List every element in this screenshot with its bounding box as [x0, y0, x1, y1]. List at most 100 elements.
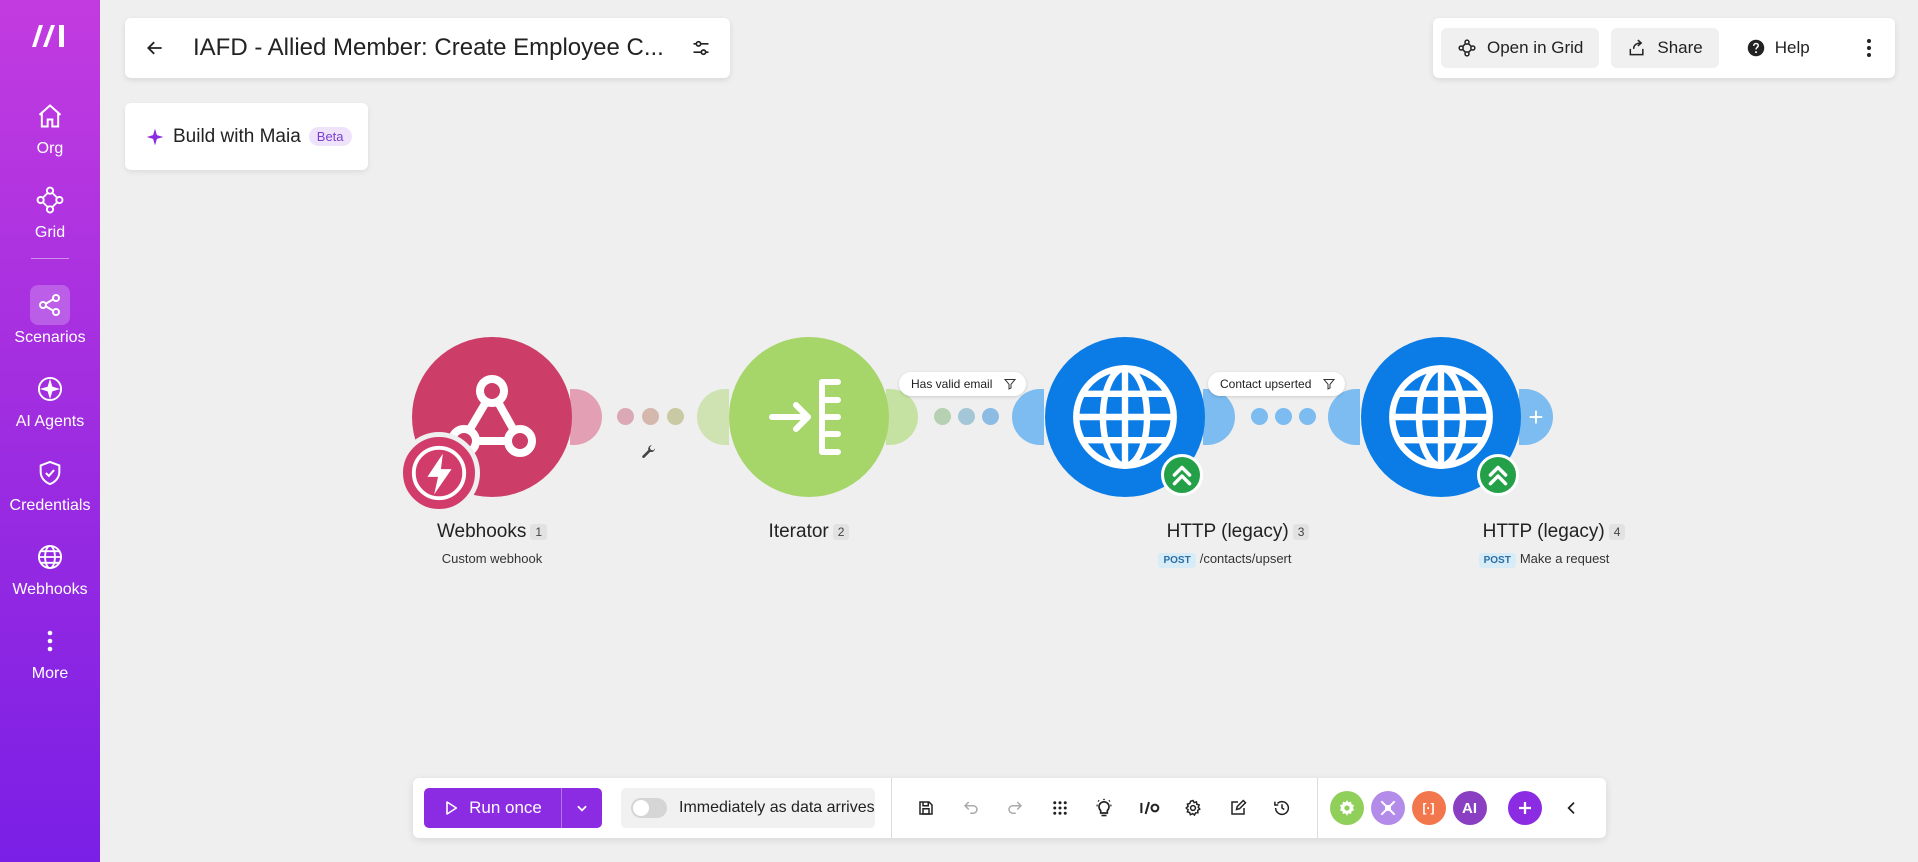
run-options-dropdown[interactable] [561, 788, 602, 828]
connector-dot [982, 408, 999, 425]
json-app-button[interactable]: [·] [1411, 791, 1446, 825]
auto-align-button[interactable] [1038, 788, 1083, 828]
connector-dot [617, 408, 634, 425]
globe-icon [30, 537, 70, 577]
notes-icon [1231, 799, 1247, 815]
module-subtitle: POST/contacts/upsert [1105, 551, 1345, 568]
module-iterator[interactable] [729, 337, 889, 497]
sidebar-divider [31, 258, 69, 259]
http3-input-handle[interactable] [1012, 389, 1044, 445]
sidebar-item-more[interactable]: More [0, 621, 100, 683]
scenarios-icon [30, 285, 70, 325]
filter-has-valid-email[interactable]: Has valid email [899, 372, 1027, 396]
sidebar-item-label: Grid [34, 224, 66, 241]
http4-status-badge [1477, 454, 1519, 496]
gear-icon [1185, 799, 1202, 817]
io-icon [1140, 801, 1160, 815]
schedule-toggle[interactable]: Immediately as data arrives [621, 788, 875, 828]
flow-control-app-button[interactable] [1370, 791, 1405, 825]
redo-button[interactable] [993, 788, 1038, 828]
save-icon [919, 801, 933, 815]
chevron-left-icon [1566, 802, 1575, 814]
more-vertical-icon [30, 621, 70, 661]
module-subtitle: POST Make a request [1424, 551, 1664, 568]
instant-trigger-badge[interactable] [398, 432, 480, 514]
module-index-badge: 4 [1608, 523, 1626, 540]
module-name: HTTP (legacy) [1482, 521, 1605, 542]
shield-check-icon [30, 453, 70, 493]
make-logo-icon[interactable] [20, 16, 80, 56]
sidebar-item-label: Webhooks [12, 581, 88, 598]
sidebar-item-label: More [31, 665, 69, 682]
sidebar-item-webhooks[interactable]: Webhooks [0, 537, 100, 599]
module-name: Iterator [768, 521, 829, 542]
redo-icon [1008, 801, 1023, 814]
sidebar-item-scenarios[interactable]: Scenarios [0, 285, 100, 347]
connector-dot [642, 408, 659, 425]
chevron-down-icon [577, 805, 587, 812]
bottom-toolbar: Run once Immediately as data arrives [·]… [413, 778, 1606, 838]
globe-icon [1073, 365, 1177, 469]
explain-flow-button[interactable] [1082, 788, 1127, 828]
endpoint-path: /contacts/upsert [1199, 551, 1292, 566]
sidebar-item-label: AI Agents [15, 413, 85, 430]
tools-gear-icon [1339, 800, 1354, 816]
double-chevron-up-icon [1172, 465, 1192, 486]
webhooks-output-handle[interactable] [570, 389, 602, 445]
module-title: Iterator 2 [689, 521, 929, 543]
module-index-badge: 3 [1292, 523, 1310, 540]
flow-control-icon [1380, 800, 1395, 816]
iterator-input-handle[interactable] [697, 389, 729, 445]
module-title: Webhooks 1 [372, 521, 612, 543]
filter-icon [1004, 379, 1017, 390]
http4-input-handle[interactable] [1328, 389, 1360, 445]
sidebar-item-ai-agents[interactable]: AI Agents [0, 369, 100, 431]
module-index-badge: 1 [530, 523, 548, 540]
module-subtitle: Custom webhook [441, 551, 543, 566]
iterator-icon [769, 379, 841, 455]
filter-icon [1323, 379, 1336, 390]
sidebar-item-credentials[interactable]: Credentials [0, 453, 100, 515]
add-favorite-app-button[interactable] [1507, 791, 1542, 825]
iterator-output-handle[interactable] [886, 389, 918, 445]
route-settings-wrench-icon[interactable] [641, 444, 657, 465]
filter-label: Has valid email [911, 377, 993, 391]
module-name: HTTP (legacy) [1166, 521, 1289, 542]
http3-status-badge [1161, 454, 1203, 496]
plus-icon: + [1528, 401, 1544, 432]
ai-app-button[interactable]: AI [1452, 791, 1487, 825]
scenario-settings-button[interactable] [1171, 788, 1216, 828]
sidebar-item-label: Scenarios [14, 329, 86, 346]
notes-button[interactable] [1216, 788, 1261, 828]
undo-icon [963, 801, 978, 814]
undo-button[interactable] [949, 788, 994, 828]
json-icon: [·] [1422, 801, 1435, 815]
save-button[interactable] [904, 788, 949, 828]
collapse-toolbar-button[interactable] [1557, 791, 1587, 825]
history-icon [1274, 800, 1290, 816]
method-badge: POST [1158, 553, 1196, 568]
lightbulb-icon [1096, 798, 1112, 817]
io-button[interactable] [1127, 788, 1172, 828]
double-chevron-up-icon [1488, 465, 1508, 486]
home-icon [30, 96, 70, 136]
tools-app-button[interactable] [1329, 791, 1364, 825]
http3-output-handle[interactable] [1203, 389, 1235, 445]
scenario-tools [892, 788, 1317, 828]
sidebar-item-grid[interactable]: Grid [0, 180, 100, 242]
filter-contact-upserted[interactable]: Contact upserted [1208, 372, 1346, 396]
schedule-label: Immediately as data arrives [679, 799, 875, 816]
history-button[interactable] [1260, 788, 1305, 828]
module-title: HTTP (legacy) 3 [1118, 521, 1358, 543]
auto-align-icon [1053, 801, 1067, 815]
schedule-switch[interactable] [631, 798, 667, 818]
endpoint-path: Make a request [1519, 551, 1610, 566]
favorite-apps: [·] AI [1318, 791, 1587, 825]
connector-dot [958, 408, 975, 425]
sidebar-item-org[interactable]: Org [0, 96, 100, 158]
sidebar-item-label: Credentials [9, 497, 91, 514]
play-icon [446, 801, 458, 815]
scenario-canvas[interactable]: Has valid email Contact upserted + Webho… [100, 0, 1918, 862]
add-module-button[interactable]: + [1519, 389, 1553, 445]
run-once-button[interactable]: Run once [424, 788, 561, 828]
